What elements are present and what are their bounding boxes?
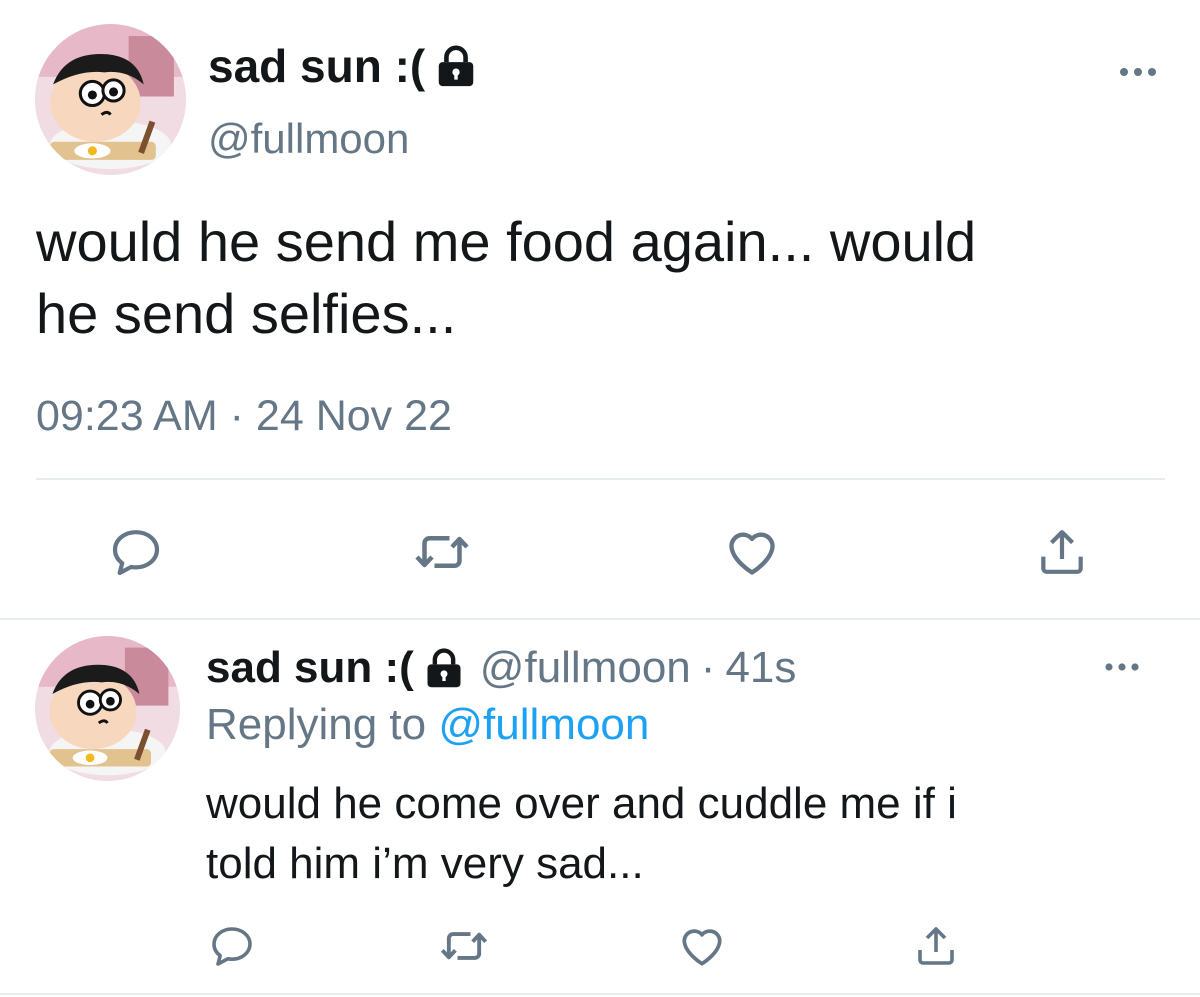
meta-separator: · <box>700 643 716 692</box>
meta-separator: · <box>229 392 244 440</box>
user-handle[interactable]: @fullmoon <box>208 115 409 163</box>
retweet-button[interactable] <box>410 520 474 584</box>
display-name[interactable]: sad sun :( <box>208 40 479 92</box>
reply-bubble-icon <box>112 530 160 576</box>
avatar[interactable] <box>35 636 180 781</box>
tweet-text: would he send me food again... would he … <box>36 210 977 345</box>
reply-button[interactable] <box>104 520 168 584</box>
heart-icon <box>729 532 775 575</box>
more-dots-icon[interactable] <box>1118 64 1158 80</box>
replying-to: Replying to @fullmoon <box>206 700 649 750</box>
heart-icon <box>682 929 722 966</box>
reply-bubble-icon <box>212 927 252 966</box>
retweet-button[interactable] <box>436 918 492 974</box>
retweet-icon <box>415 536 469 568</box>
lock-icon <box>439 45 474 87</box>
user-handle: @fullmoon <box>479 643 691 692</box>
divider <box>0 618 1200 620</box>
display-name-text: sad sun :( <box>206 643 414 692</box>
divider <box>0 993 1200 995</box>
tweet-text: would he come over and cuddle me if i to… <box>206 779 957 888</box>
avatar[interactable] <box>35 24 186 175</box>
replying-label: Replying to <box>206 700 427 749</box>
tweet-time: 09:23 AM <box>36 392 218 440</box>
tweet-timestamp[interactable]: 09:23 AM · 24 Nov 22 <box>36 392 452 441</box>
like-button[interactable] <box>720 520 784 584</box>
more-dots-icon[interactable] <box>1104 660 1140 674</box>
display-name-text: sad sun :( <box>208 40 426 92</box>
lock-icon <box>427 648 461 688</box>
tweet-time: 41s <box>725 643 797 692</box>
retweet-icon <box>440 932 488 960</box>
tweet-date: 24 Nov 22 <box>255 392 452 440</box>
share-button[interactable] <box>1030 520 1094 584</box>
like-button[interactable] <box>674 918 730 974</box>
share-icon <box>1041 530 1083 574</box>
tweet-thread-page: sad sun :( @fullmoon would he send me fo… <box>0 0 1200 997</box>
share-button[interactable] <box>908 918 964 974</box>
reply-header[interactable]: sad sun :( @fullmoon · 41s <box>206 640 796 696</box>
cartoon-boy-avatar-icon <box>35 24 186 175</box>
share-icon <box>918 927 954 965</box>
replying-mention-link[interactable]: @fullmoon <box>438 700 649 749</box>
reply-button[interactable] <box>204 918 260 974</box>
divider <box>36 478 1165 480</box>
cartoon-boy-avatar-icon <box>35 636 180 781</box>
